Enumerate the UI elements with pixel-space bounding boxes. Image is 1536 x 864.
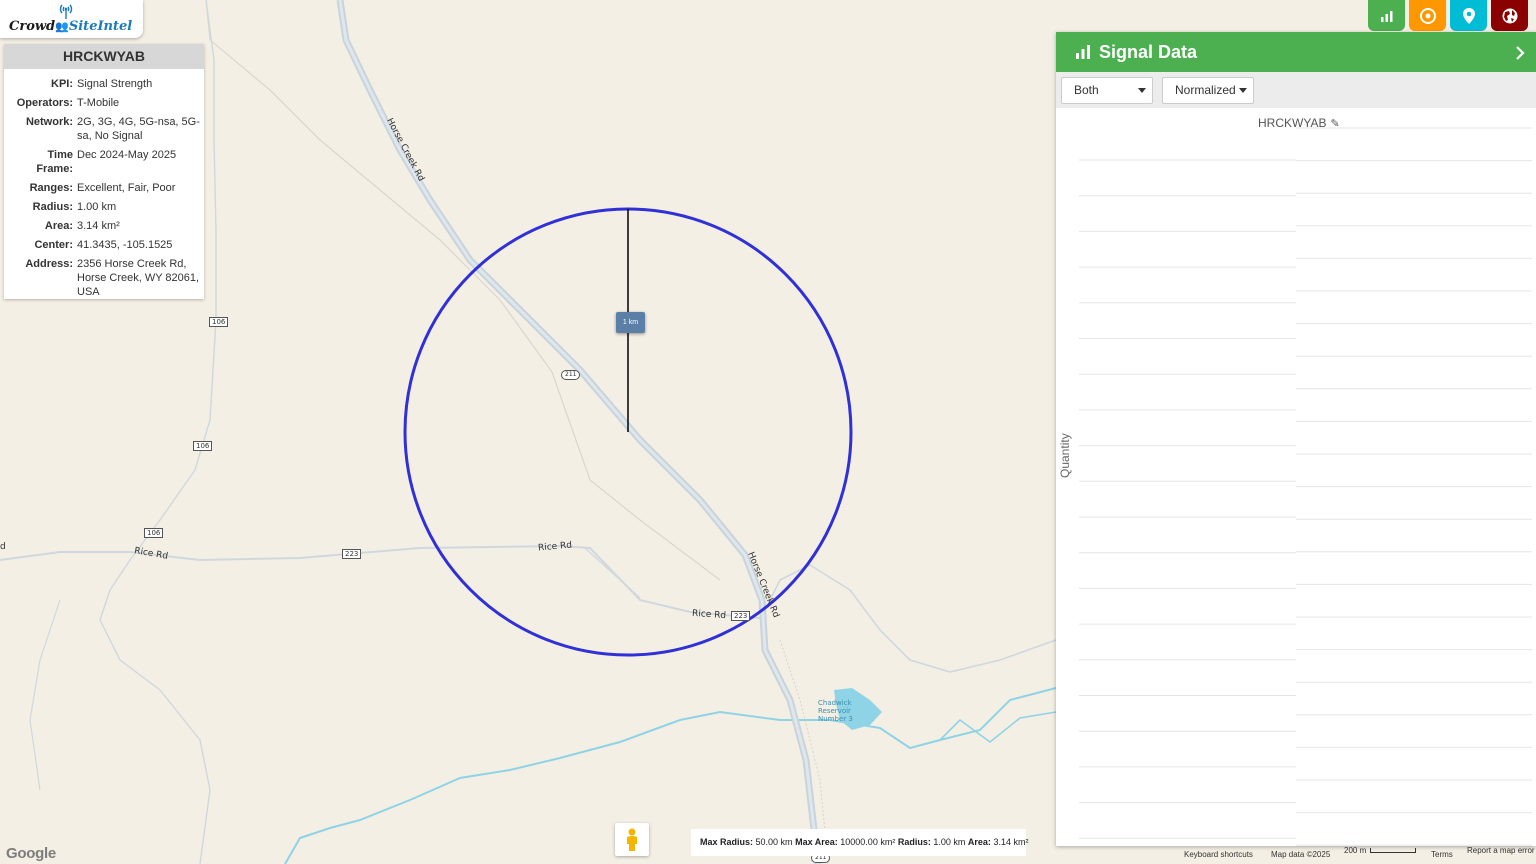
keyboard-shortcuts-link[interactable]: Keyboard shortcuts (1184, 850, 1253, 859)
info-row: Network: 2G, 3G, 4G, 5G-nsa, 5G-sa, No Si… (8, 115, 200, 143)
signal-panel-header: Signal Data (1056, 32, 1536, 72)
reservoir-label: Chadwick Reservoir Number 3 (818, 699, 853, 723)
route-shield: 223 (731, 611, 751, 621)
mode-select[interactable]: Normalized (1162, 76, 1254, 104)
report-map-error-link[interactable]: Report a map error (1467, 846, 1535, 855)
logo-text-crowd: Crowd (9, 19, 56, 34)
signal-chart-button[interactable] (1368, 0, 1405, 31)
chart-title[interactable]: HRCKWYAB ✎ (1258, 116, 1340, 130)
info-row: Operators: T-Mobile (8, 96, 200, 110)
info-row-value: 1.00 km (77, 201, 117, 213)
route-shield: 211 (561, 370, 581, 380)
route-shield: 223 (342, 549, 362, 559)
terms-link[interactable]: Terms (1431, 850, 1453, 859)
network-select-value: Both (1074, 82, 1099, 97)
info-row-key: KPI: (51, 78, 73, 90)
max-radius-label: Max Radius: (700, 837, 754, 847)
antenna-icon (59, 4, 73, 19)
info-row-key: Network: (25, 116, 73, 128)
radius-button[interactable] (1409, 0, 1446, 31)
info-row-value: Signal Strength (77, 78, 153, 90)
location-button[interactable] (1450, 0, 1487, 31)
info-row-value: Excellent, Fair, Poor (77, 182, 176, 194)
info-row-value: Dec 2024-May 2025 (77, 149, 177, 161)
radius-handle[interactable]: 1 km (616, 312, 645, 333)
info-row: Address: 2356 Horse Creek Rd, Horse Creek… (8, 257, 200, 299)
radius-label: Radius: (897, 837, 931, 847)
mode-select-value: Normalized (1175, 82, 1236, 97)
google-logo[interactable]: Google (6, 845, 56, 862)
logo-people-icon: 👥 (55, 20, 69, 33)
info-panel: HRCKWYAB KPI: Signal Strength Operators: T-… (4, 44, 204, 299)
radius-value: 1.00 km (933, 837, 966, 847)
map-pin-icon (1462, 7, 1475, 24)
signal-panel-title: Signal Data (1099, 41, 1198, 62)
street-view-pegman[interactable] (615, 823, 649, 856)
signal-chart: HRCKWYAB ✎ Quantity (1056, 108, 1536, 846)
info-row-value: 2356 Horse Creek Rd, Horse Creek, WY 820… (77, 258, 200, 298)
chart-grid (1079, 127, 1532, 846)
road-label: d (0, 542, 6, 552)
max-radius-value: 50.00 km (755, 837, 793, 847)
route-shield: 106 (193, 441, 213, 451)
bar-chart-icon (1380, 10, 1392, 22)
globe-icon (1502, 8, 1517, 23)
top-toolbar (1368, 0, 1528, 31)
map-data-text: Map data ©2025 (1271, 850, 1331, 859)
max-area-label: Max Area: (795, 837, 838, 847)
info-row: Center: 41.3435, -105.1525 (8, 238, 200, 252)
network-select[interactable]: Both (1061, 76, 1153, 104)
scale-bar (1370, 848, 1416, 853)
target-icon (1419, 7, 1436, 24)
chevron-down-icon (1138, 87, 1146, 93)
info-row: Radius: 1.00 km (8, 200, 200, 214)
pegman-icon (627, 828, 637, 851)
bar-chart-icon (1076, 45, 1090, 59)
info-row: Time Frame: Dec 2024-May 2025 (8, 148, 200, 176)
info-row-key: Ranges: (29, 182, 73, 194)
info-row: Area: 3.14 km² (8, 219, 200, 233)
scale-text[interactable]: 200 m (1344, 846, 1366, 855)
logo-text-siteintel: SiteIntel (68, 19, 133, 34)
info-row-key: Operators: (16, 97, 73, 109)
info-row-value: 2G, 3G, 4G, 5G-nsa, 5G-sa, No Signal (77, 116, 200, 142)
signal-panel-controls: Both Normalized (1056, 72, 1536, 108)
y-axis-label: Quantity (1058, 433, 1072, 478)
radius-limits-bar: Max Radius: 50.00 km Max Area: 10000.00 … (691, 829, 1029, 856)
chevron-down-icon (1239, 87, 1247, 93)
chart-title-text: HRCKWYAB (1258, 116, 1327, 130)
area-label: Area: (967, 837, 991, 847)
info-row-value: 41.3435, -105.1525 (77, 239, 173, 251)
info-row: Ranges: Excellent, Fair, Poor (8, 181, 200, 195)
route-shield: 106 (209, 317, 229, 327)
info-row-key: Address: (25, 258, 73, 270)
max-area-value: 10000.00 km² (840, 837, 896, 847)
globe-button[interactable] (1491, 0, 1528, 31)
signal-data-panel: Signal Data Both Normalized HRCKWYAB ✎ Qu… (1056, 32, 1536, 846)
info-row-key: Center: (34, 239, 73, 251)
info-row-value: T-Mobile (77, 97, 120, 109)
info-row-key: Area: (44, 220, 73, 232)
route-shield: 106 (144, 528, 164, 538)
info-panel-title: HRCKWYAB (4, 44, 204, 69)
app-logo: Crowd👥SiteIntel (0, 0, 143, 38)
info-row-value: 3.14 km² (77, 220, 120, 232)
area-value: 3.14 km² (993, 837, 1029, 847)
chevron-right-icon[interactable] (1514, 45, 1526, 61)
info-row: KPI: Signal Strength (8, 77, 200, 91)
map-attribution: Keyboard shortcuts Map data ©2025 200 m … (1176, 846, 1536, 864)
info-row-key: Radius: (32, 201, 73, 213)
edit-icon[interactable]: ✎ (1330, 118, 1339, 130)
info-row-key: Time Frame: (36, 149, 73, 175)
